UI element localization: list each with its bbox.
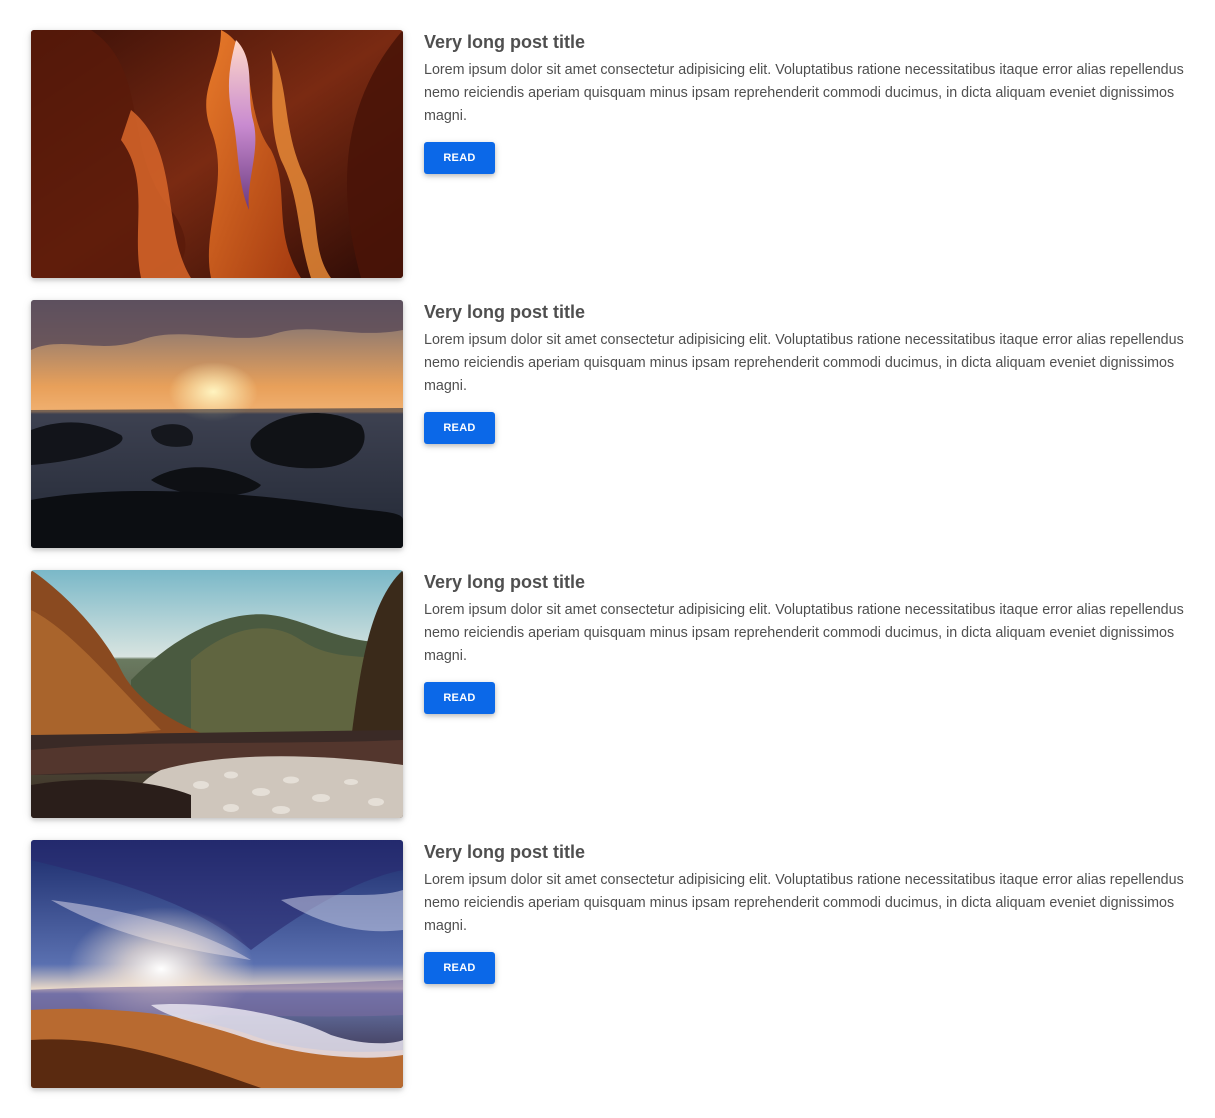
post-body: Very long post title Lorem ipsum dolor s… <box>424 840 1194 984</box>
post-thumbnail[interactable] <box>31 30 403 278</box>
post-item: Very long post title Lorem ipsum dolor s… <box>0 840 1215 1088</box>
canyon-image <box>31 30 403 278</box>
read-button[interactable]: Read <box>424 142 495 174</box>
post-body: Very long post title Lorem ipsum dolor s… <box>424 570 1194 714</box>
read-button[interactable]: Read <box>424 412 495 444</box>
post-excerpt: Lorem ipsum dolor sit amet consectetur a… <box>424 872 1184 934</box>
sunset-sea-image <box>31 300 403 548</box>
post-title: Very long post title <box>424 32 586 52</box>
post-item: Very long post title Lorem ipsum dolor s… <box>0 570 1215 818</box>
read-button[interactable]: Read <box>424 682 495 714</box>
post-title: Very long post title <box>424 302 586 322</box>
beach-sunrise-image <box>31 840 403 1088</box>
post-title: Very long post title <box>424 572 586 592</box>
read-button[interactable]: Read <box>424 952 495 984</box>
post-list: Very long post title Lorem ipsum dolor s… <box>0 0 1215 1088</box>
post-excerpt: Lorem ipsum dolor sit amet consectetur a… <box>424 602 1184 664</box>
autumn-forest-image <box>31 570 403 818</box>
post-title: Very long post title <box>424 842 586 862</box>
post-body: Very long post title Lorem ipsum dolor s… <box>424 30 1194 174</box>
post-excerpt: Lorem ipsum dolor sit amet consectetur a… <box>424 62 1184 124</box>
post-thumbnail[interactable] <box>31 300 403 548</box>
post-body: Very long post title Lorem ipsum dolor s… <box>424 300 1194 444</box>
post-thumbnail[interactable] <box>31 840 403 1088</box>
post-excerpt: Lorem ipsum dolor sit amet consectetur a… <box>424 332 1184 394</box>
post-item: Very long post title Lorem ipsum dolor s… <box>0 300 1215 548</box>
post-item: Very long post title Lorem ipsum dolor s… <box>0 30 1215 278</box>
post-thumbnail[interactable] <box>31 570 403 818</box>
